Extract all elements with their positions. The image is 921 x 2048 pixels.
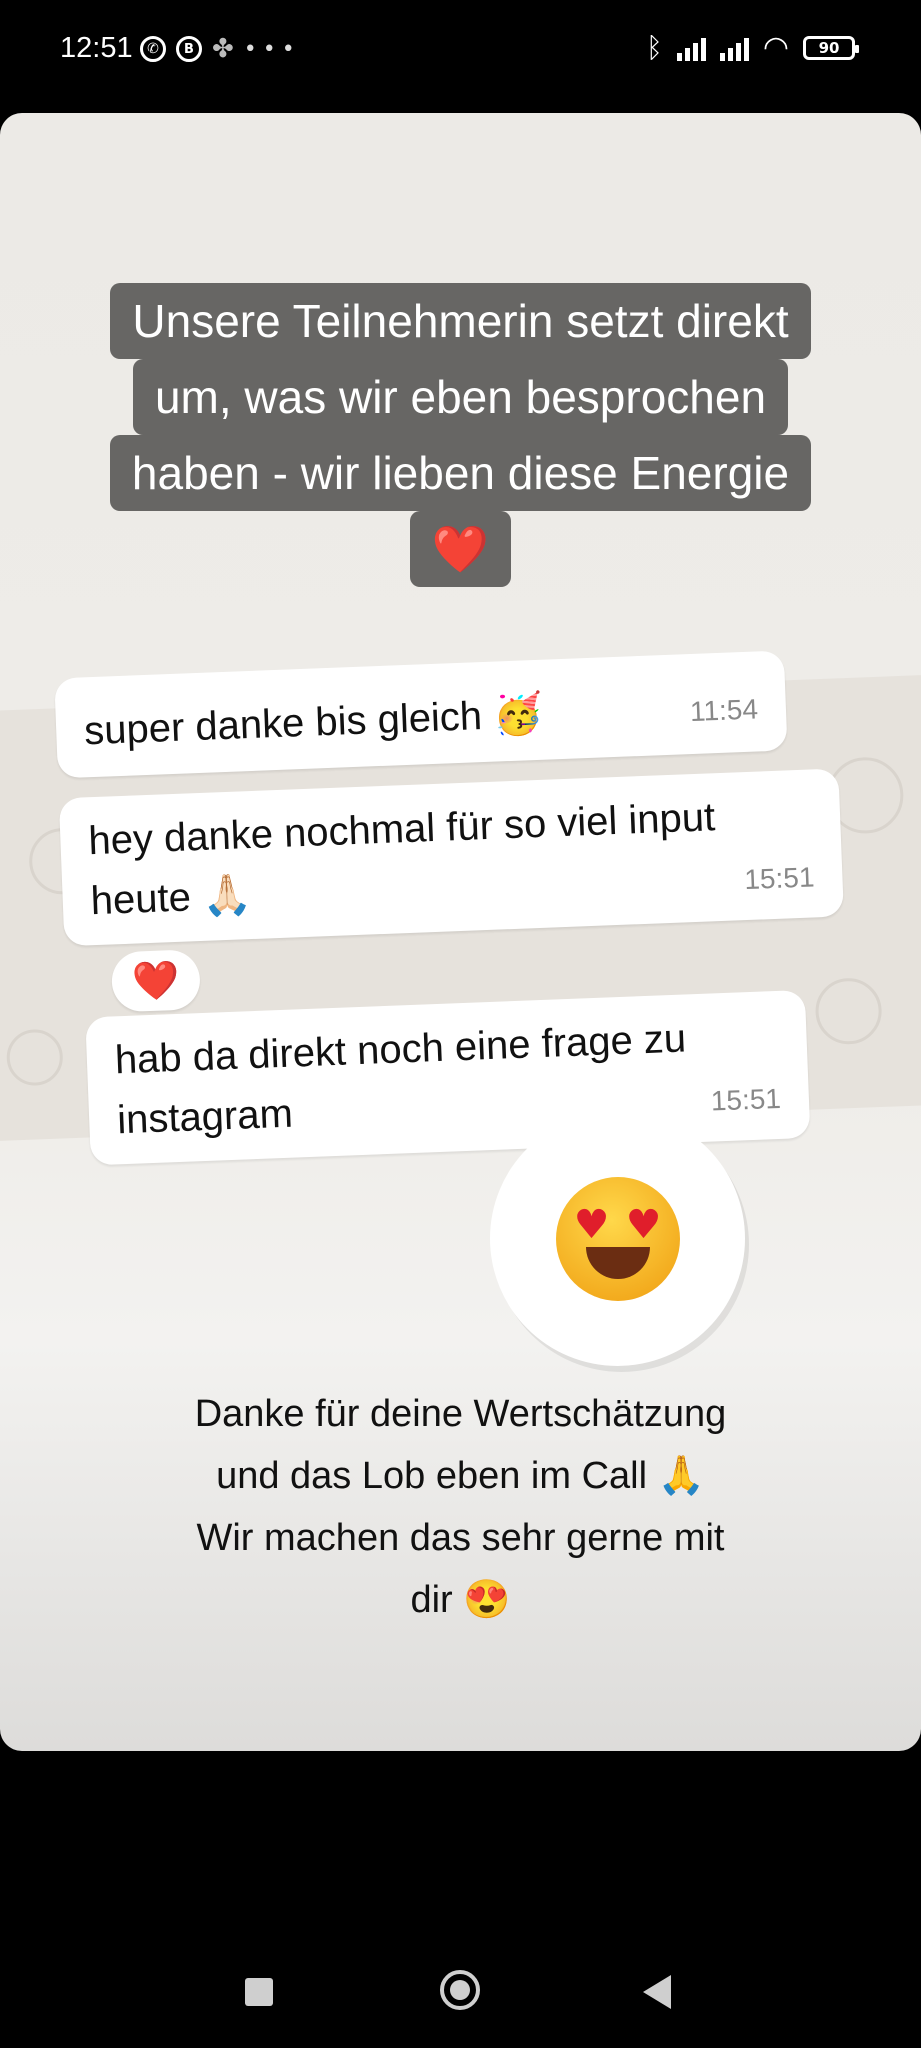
chat-screenshot: super danke bis gleich 🥳 11:54 hey danke… [0, 645, 921, 1166]
message-time: 15:51 [743, 861, 816, 896]
wifi-icon: ◠ [762, 30, 789, 65]
closing-line: dir 😍 [410, 1579, 511, 1621]
caption-heart: ❤️ [409, 511, 512, 587]
closing-line: Danke für deine Wertschätzung [194, 1393, 727, 1435]
bluetooth-icon: ᛒ [646, 31, 663, 64]
status-bar: 12:51 ✆ B ✤ ••• ᛒ ◠ 90 [0, 0, 921, 105]
more-dots-icon: ••• [243, 36, 301, 62]
chat-message: hey danke nochmal für so viel input heut… [58, 768, 844, 947]
caption-line: haben - wir lieben diese Energie [109, 435, 812, 511]
notification-icons: ✆ B ✤ ••• [140, 34, 301, 64]
chat-message: hab da direkt noch eine frage zu instagr… [85, 989, 811, 1166]
pinwheel-icon: ✤ [212, 34, 234, 64]
story-card[interactable]: Unsere Teilnehmerin setzt direkt um, was… [0, 113, 921, 1751]
closing-text: Danke für deine Wertschätzung und das Lo… [0, 1383, 921, 1631]
signal-icon [676, 35, 706, 61]
navigation-bar [0, 1940, 921, 2048]
battery-icon: 90 [803, 35, 859, 60]
whatsapp-icon: ✆ [140, 36, 166, 62]
message-text: hey danke nochmal für so viel input [87, 795, 716, 864]
message-text: hab da direkt noch eine frage zu [114, 1016, 687, 1083]
recents-square-icon[interactable] [245, 1978, 273, 2006]
heart-reaction-icon: ❤️ [110, 949, 202, 1013]
caption-line: Unsere Teilnehmerin setzt direkt [110, 283, 811, 359]
caption-overlay: Unsere Teilnehmerin setzt direkt um, was… [0, 283, 921, 587]
message-text: super danke bis gleich 🥳 [83, 691, 544, 754]
closing-line: und das Lob eben im Call 🙏 [216, 1455, 705, 1497]
message-time: 15:51 [710, 1082, 782, 1117]
status-time: 12:51 [60, 32, 133, 64]
message-time: 11:54 [689, 693, 759, 728]
signal-icon-2 [719, 35, 749, 61]
closing-line: Wir machen das sehr gerne mit [196, 1517, 725, 1559]
back-triangle-icon[interactable] [643, 1975, 671, 2009]
message-text: instagram [116, 1091, 294, 1143]
message-text: heute 🙏🏻 [89, 873, 253, 924]
caption-line: um, was wir eben besprochen [132, 359, 789, 435]
system-icons: ᛒ ◠ 90 [646, 30, 859, 65]
heart-eyes-sticker: ♥ ♥ [490, 1111, 745, 1366]
home-circle-icon[interactable] [440, 1970, 480, 2010]
business-icon: B [176, 36, 202, 62]
heart-eyes-emoji-icon: ♥ ♥ [555, 1176, 680, 1301]
